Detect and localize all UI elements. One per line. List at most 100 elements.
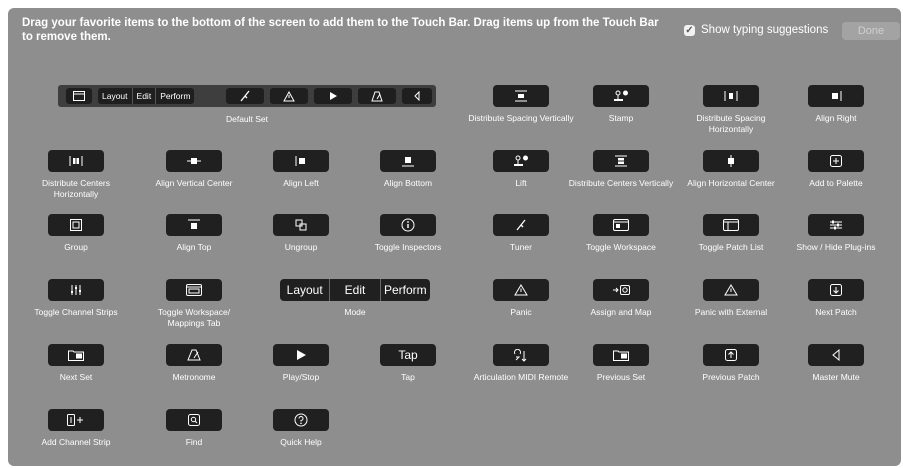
item-lift[interactable]: Lift [466,150,576,189]
item-add-channel-strip[interactable]: Add Channel Strip [21,409,131,448]
metronome-icon [166,344,222,366]
item-play-stop[interactable]: Play/Stop [246,344,356,383]
distribute-centers-vertically-icon [593,150,649,172]
warning-icon [703,279,759,301]
item-label: Previous Set [596,372,646,382]
item-toggle-patch-list[interactable]: Toggle Patch List [676,214,786,253]
item-label: Master Mute [812,372,860,382]
item-align-bottom[interactable]: Align Bottom [353,150,463,189]
item-next-patch[interactable]: Next Patch [781,279,891,318]
item-align-vertical-center[interactable]: Align Vertical Center [139,150,249,189]
patch-list-icon [703,214,759,236]
item-align-left[interactable]: Align Left [246,150,356,189]
item-label: Next Set [59,372,93,382]
item-assign-and-map[interactable]: Assign and Map [566,279,676,318]
item-tuner[interactable]: Tuner [466,214,576,253]
item-label: Panic [510,307,532,317]
item-toggle-workspace-mappings-tab[interactable]: Toggle Workspace/ Mappings Tab [139,279,249,329]
item-master-mute[interactable]: Master Mute [781,344,891,383]
item-tap[interactable]: Tap Tap [353,344,463,383]
item-label: Align Vertical Center [155,178,233,188]
item-label: Toggle Workspace [586,242,656,252]
item-distribute-centers-horizontally[interactable]: Distribute Centers Horizontally [21,150,131,200]
align-top-icon [166,214,222,236]
item-label: Add Channel Strip [41,437,111,447]
item-label: Distribute Spacing Vertically [468,113,574,123]
mode-segment-edit[interactable]: Edit [330,279,381,301]
add-channel-strip-icon [48,409,104,431]
play-icon [314,88,352,104]
item-distribute-spacing-vertically[interactable]: Distribute Spacing Vertically [466,85,576,124]
checkbox-check-icon[interactable]: ✓ [684,24,695,36]
item-add-to-palette[interactable]: Add to Palette [781,150,891,189]
item-label: Distribute Centers Horizontally [41,178,111,199]
item-label: Align Bottom [383,178,433,188]
item-previous-set[interactable]: Previous Set [566,344,676,383]
stamp-icon [593,85,649,107]
item-label: Group [64,242,88,252]
default-set-label: Default Set [225,114,269,124]
item-articulation-midi-remote[interactable]: Articulation MIDI Remote [466,344,576,383]
item-panic-with-external[interactable]: Panic with External [676,279,786,318]
item-previous-patch[interactable]: Previous Patch [676,344,786,383]
item-distribute-centers-vertically[interactable]: Distribute Centers Vertically [566,150,676,189]
default-set-segment-edit: Edit [133,88,157,104]
mode-segmented-control[interactable]: Layout Edit Perform [280,279,430,301]
mappings-tab-icon [166,279,222,301]
item-toggle-inspectors[interactable]: Toggle Inspectors [353,214,463,253]
item-label: Align Left [283,178,319,188]
align-horizontal-center-icon [703,150,759,172]
show-typing-suggestions-checkbox[interactable]: ✓ Show typing suggestions [684,24,828,36]
plug-ins-icon [808,214,864,236]
item-next-set[interactable]: Next Set [21,344,131,383]
speaker-icon [402,88,432,104]
warning-icon [493,279,549,301]
tuner-icon [226,88,264,104]
next-patch-icon [808,279,864,301]
ungroup-icon [273,214,329,236]
help-icon [273,409,329,431]
distribute-spacing-horizontally-icon [703,85,759,107]
default-set-segment-layout: Layout [98,88,133,104]
play-icon [273,344,329,366]
item-label: Lift [515,178,527,188]
item-align-horizontal-center[interactable]: Align Horizontal Center [676,150,786,189]
item-distribute-spacing-horizontally[interactable]: Distribute Spacing Horizontally [676,85,786,135]
item-mode[interactable]: Layout Edit Perform Mode [280,279,430,318]
item-label: Toggle Channel Strips [34,307,118,317]
item-label: Metronome [172,372,216,382]
item-align-right[interactable]: Align Right [781,85,891,124]
item-quick-help[interactable]: Quick Help [246,409,356,448]
item-label: Tap [401,372,415,382]
item-label: Previous Patch [702,372,760,382]
item-metronome[interactable]: Metronome [139,344,249,383]
item-panic[interactable]: Panic [466,279,576,318]
mode-segment-perform[interactable]: Perform [381,279,430,301]
item-ungroup[interactable]: Ungroup [246,214,356,253]
mode-segment-layout[interactable]: Layout [280,279,331,301]
item-stamp[interactable]: Stamp [566,85,676,124]
align-left-icon [273,150,329,172]
item-label: Toggle Patch List [698,242,764,252]
tap-button-text: Tap [380,344,436,366]
item-label: Ungroup [284,242,318,252]
default-set-strip[interactable]: Layout Edit Perform [58,85,436,107]
item-align-top[interactable]: Align Top [139,214,249,253]
warning-icon [270,88,308,104]
previous-patch-icon [703,344,759,366]
item-label: Stamp [608,113,634,123]
item-label: Articulation MIDI Remote [473,372,569,382]
metronome-icon [358,88,396,104]
item-label: Align Right [815,113,857,123]
distribute-centers-horizontally-icon [48,150,104,172]
item-group[interactable]: Group [21,214,131,253]
item-toggle-channel-strips[interactable]: Toggle Channel Strips [21,279,131,318]
item-find[interactable]: Find [139,409,249,448]
distribute-spacing-vertically-icon [493,85,549,107]
done-button[interactable]: Done [842,22,900,40]
item-show-hide-plug-ins[interactable]: Show / Hide Plug-ins [781,214,891,253]
workspace-icon [593,214,649,236]
item-toggle-workspace[interactable]: Toggle Workspace [566,214,676,253]
item-label: Toggle Workspace/ Mappings Tab [157,307,231,328]
channel-strips-icon [48,279,104,301]
